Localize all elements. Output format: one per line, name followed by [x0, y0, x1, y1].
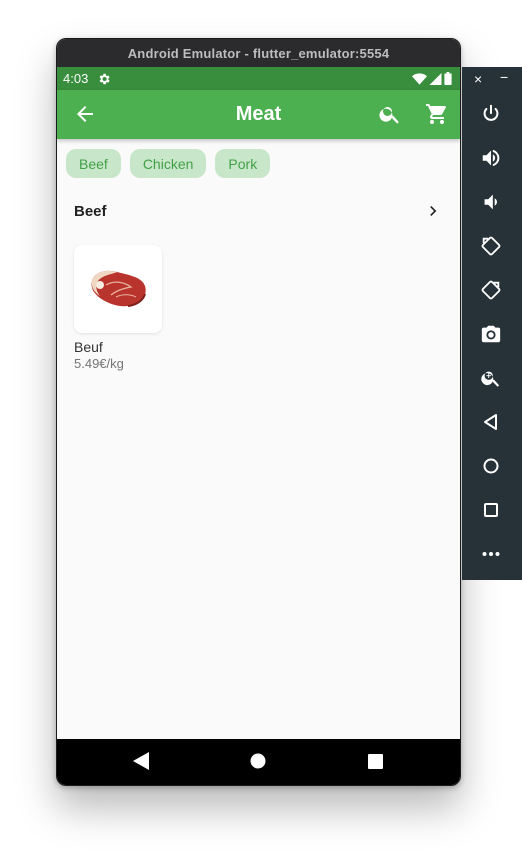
- settings-icon: [99, 73, 110, 84]
- power-button[interactable]: [479, 102, 503, 126]
- search-icon[interactable]: [378, 102, 402, 126]
- category-chips: Beef Chicken Pork: [66, 149, 271, 178]
- product-name: Beuf: [74, 339, 103, 355]
- emulator-window: Android Emulator - flutter_emulator:5554…: [56, 38, 461, 786]
- section-header-beef[interactable]: Beef: [74, 199, 443, 223]
- beef-steak-image: [91, 270, 146, 307]
- rotate-left-icon: [481, 236, 501, 256]
- product-price: 5.49€/kg: [74, 356, 124, 371]
- volume-up-button[interactable]: [479, 146, 503, 170]
- home-icon: [483, 458, 499, 474]
- system-nav-bar: [57, 739, 460, 785]
- screenshot-button[interactable]: [479, 322, 503, 346]
- zoom-icon: [481, 371, 500, 387]
- home-button[interactable]: [479, 454, 503, 478]
- chip-chicken[interactable]: Chicken: [129, 149, 207, 178]
- recents-square-icon[interactable]: [368, 754, 383, 769]
- rotate-right-icon: [481, 280, 501, 300]
- battery-icon: [444, 72, 452, 85]
- arrow-back-icon[interactable]: [73, 102, 97, 126]
- power-icon: [483, 104, 499, 121]
- close-button[interactable]: ×: [474, 71, 482, 87]
- back-triangle-icon[interactable]: [133, 752, 149, 770]
- status-icons: [412, 72, 452, 85]
- window-title-bar[interactable]: Android Emulator - flutter_emulator:5554: [57, 39, 460, 67]
- status-bar: 4:03: [57, 67, 460, 90]
- volume-down-button[interactable]: [479, 190, 503, 214]
- emulator-control-panel: × −: [462, 67, 522, 580]
- home-circle-icon[interactable]: [250, 753, 266, 769]
- chip-pork[interactable]: Pork: [215, 149, 271, 178]
- chevron-right-icon[interactable]: [423, 201, 443, 221]
- status-time: 4:03: [63, 71, 89, 86]
- chip-beef[interactable]: Beef: [66, 149, 121, 178]
- signal-icon: [429, 72, 442, 85]
- rotate-left-button[interactable]: [479, 234, 503, 258]
- app-bar: Meat: [57, 90, 460, 139]
- more-button[interactable]: [479, 542, 503, 566]
- zoom-button[interactable]: [479, 366, 503, 390]
- section-title: Beef: [74, 202, 107, 220]
- shopping-cart-icon[interactable]: [425, 102, 449, 126]
- overview-icon: [484, 503, 498, 517]
- volume-up-icon: [482, 149, 500, 167]
- product-card[interactable]: [74, 245, 162, 333]
- minimize-button[interactable]: −: [500, 69, 508, 85]
- product-item[interactable]: Beuf 5.49€/kg: [74, 245, 164, 371]
- more-icon: [482, 552, 500, 556]
- volume-down-icon: [484, 194, 497, 210]
- back-icon: [484, 414, 497, 430]
- window-title: Android Emulator - flutter_emulator:5554: [127, 45, 390, 61]
- wifi-icon: [412, 72, 427, 85]
- camera-icon: [481, 325, 501, 343]
- rotate-right-button[interactable]: [479, 278, 503, 302]
- panel-header: × −: [462, 67, 522, 91]
- overview-button[interactable]: [479, 498, 503, 522]
- back-button[interactable]: [479, 410, 503, 434]
